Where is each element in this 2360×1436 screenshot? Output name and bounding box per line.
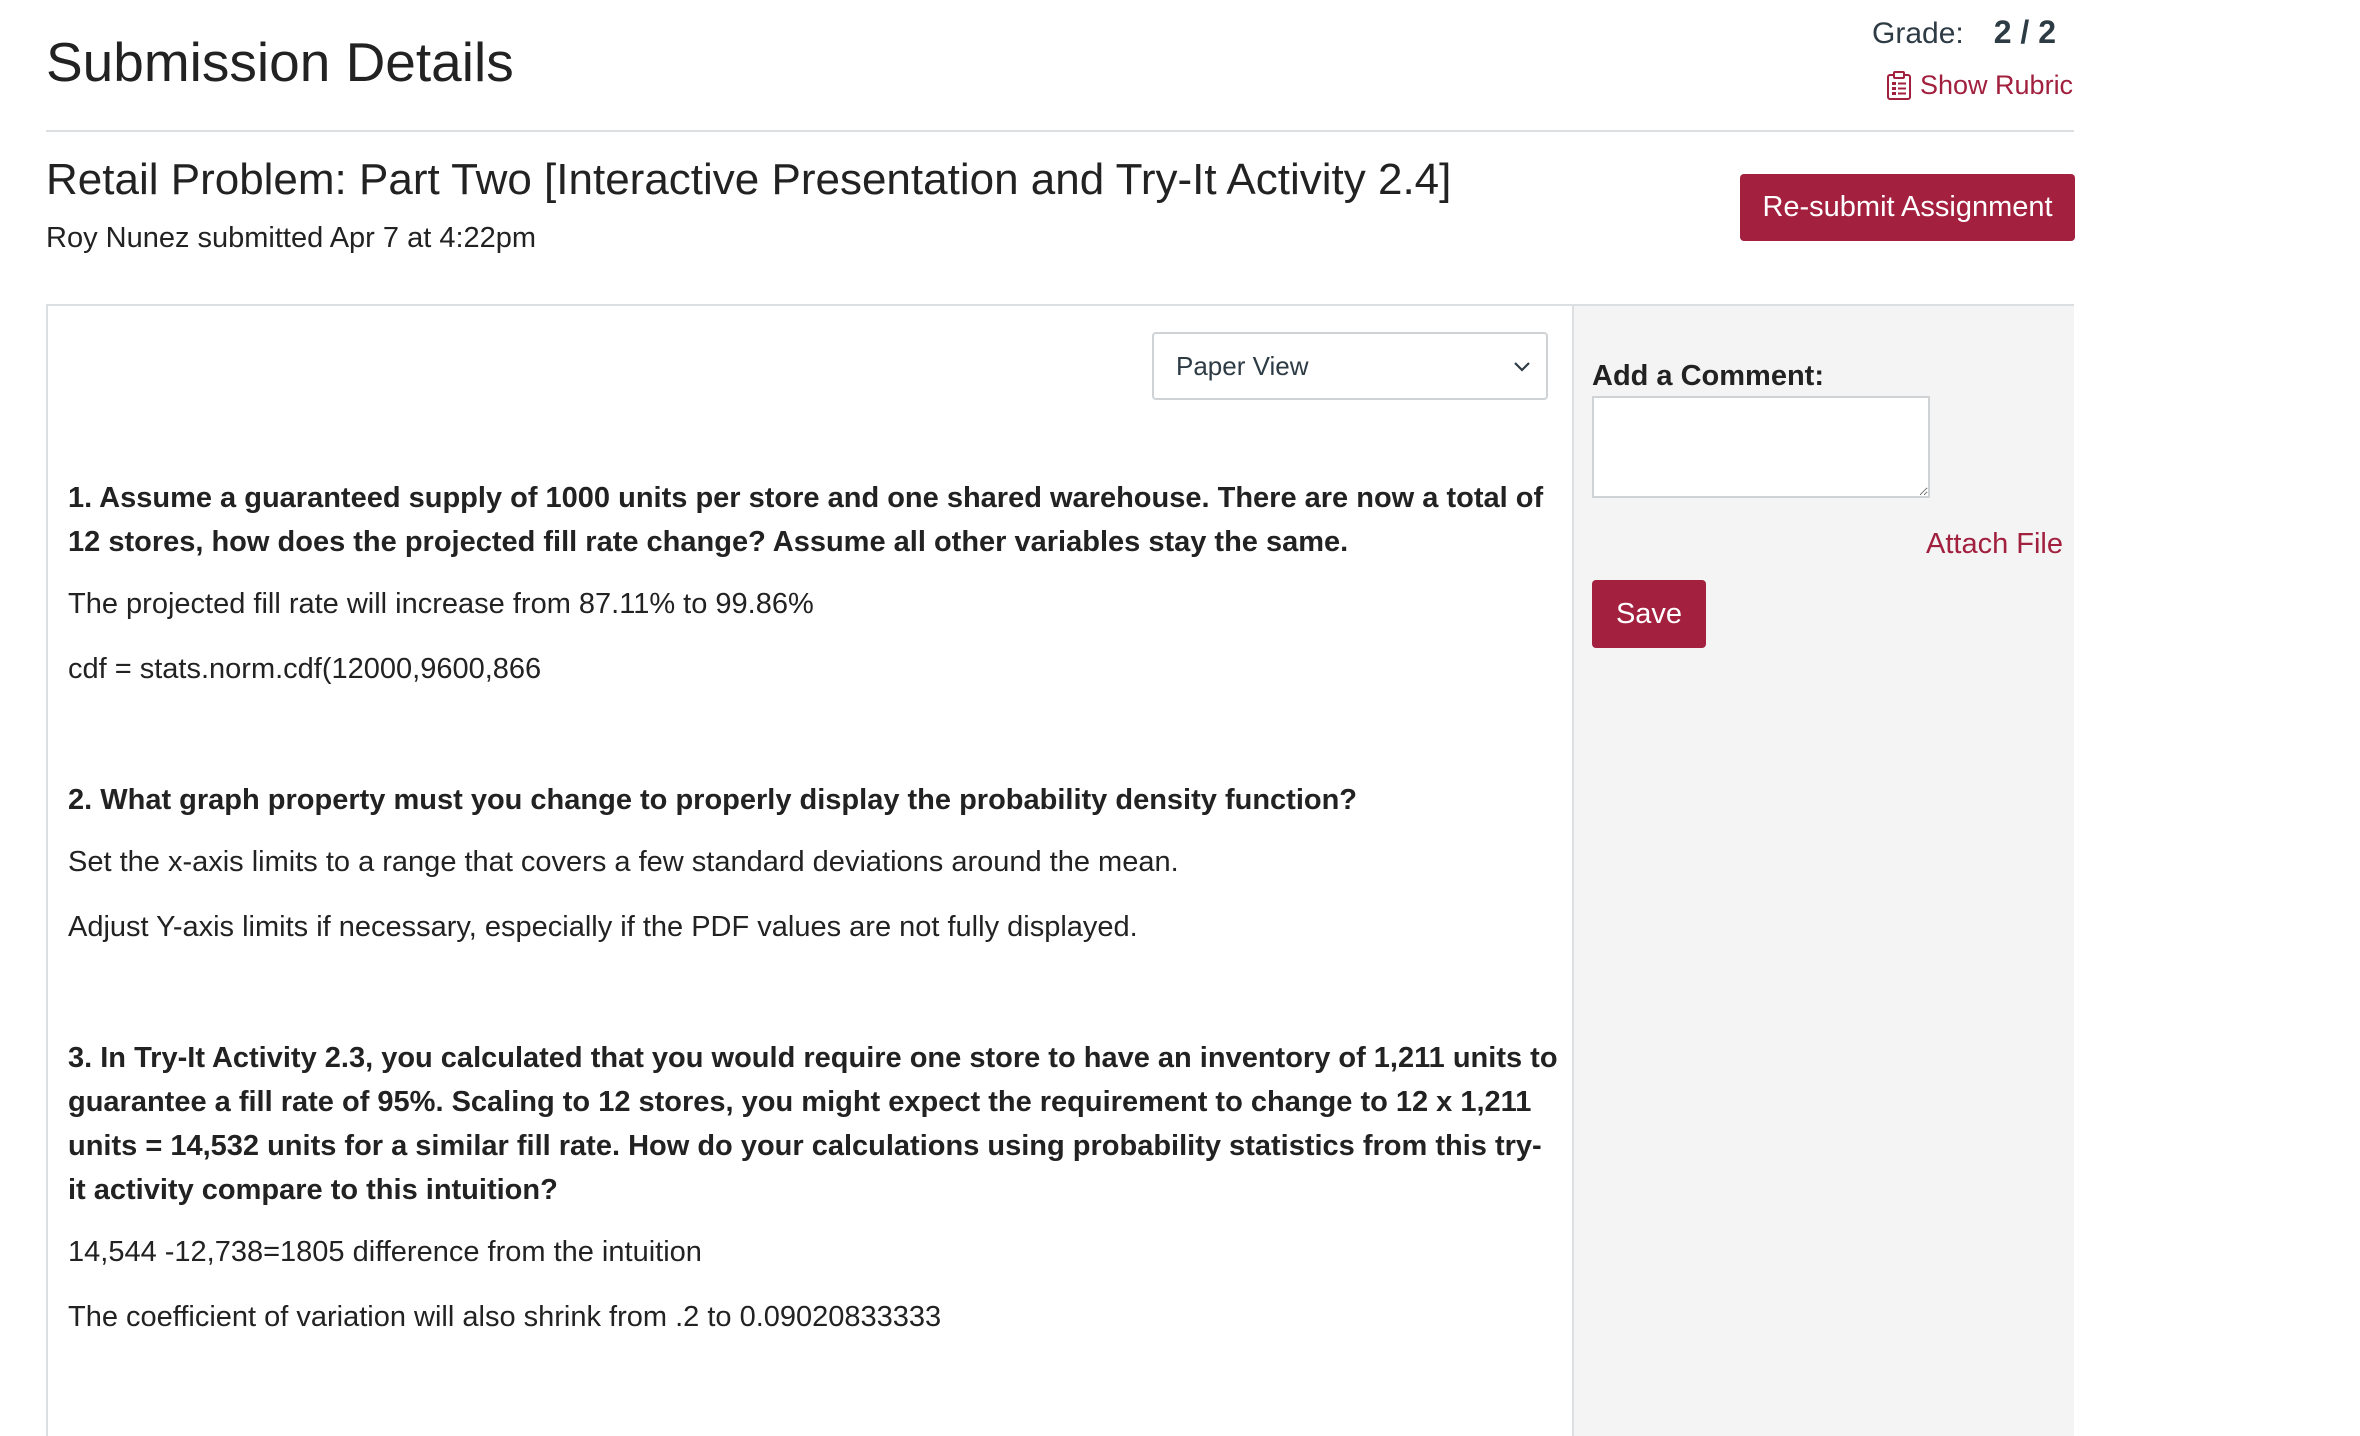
answer-3-line-2: The coefficient of variation will also s… [68,1301,942,1333]
answer-2-line-2: Adjust Y-axis limits if necessary, espec… [68,911,1138,943]
submission-frame: Paper View 1. Assume a guaranteed supply… [46,304,2074,1436]
grade-label: Grade: [1872,17,1964,50]
show-rubric-label: Show Rubric [1920,70,2074,100]
answer-3-line-1: 14,544 -12,738=1805 difference from the … [68,1236,702,1268]
grade-display: Grade: 2 / 2 [1872,14,2056,51]
assignment-title: Retail Problem: Part Two [Interactive Pr… [46,155,1452,204]
rubric-icon [1887,70,1911,100]
question-1: 1. Assume a guaranteed supply of 1000 un… [68,482,1544,558]
resubmit-assignment-button[interactable]: Re-submit Assignment [1740,174,2075,241]
question-3: 3. In Try-It Activity 2.3, you calculate… [68,1042,1558,1206]
submission-details-page: Submission Details Grade: 2 / 2 Show Rub… [0,0,2360,1436]
attach-file-link[interactable]: Attach File [1926,528,2063,561]
answer-1-line-2: cdf = stats.norm.cdf(12000,9600,866 [68,653,542,685]
show-rubric-link[interactable]: Show Rubric [1886,70,2073,101]
answers-body: 1. Assume a guaranteed supply of 1000 un… [68,476,1558,1360]
view-select[interactable]: Paper View [1152,332,1548,400]
save-comment-button[interactable]: Save [1592,580,1706,648]
submission-content-panel: Paper View 1. Assume a guaranteed supply… [48,306,1572,1436]
page-title: Submission Details [46,31,514,93]
answer-1-line-1: The projected fill rate will increase fr… [68,588,814,620]
question-2: 2. What graph property must you change t… [68,784,1358,816]
grade-value: 2 / 2 [1993,14,2056,50]
comment-input[interactable] [1592,396,1930,498]
chevron-down-icon [1514,362,1530,372]
header-divider [46,130,2074,132]
submitter-line: Roy Nunez submitted Apr 7 at 4:22pm [46,222,537,254]
comment-sidebar: Add a Comment: Attach File Save [1572,306,2074,1436]
add-comment-label: Add a Comment: [1592,360,1824,392]
view-select-value: Paper View [1176,350,1309,381]
answer-2-line-1: Set the x-axis limits to a range that co… [68,846,1179,878]
